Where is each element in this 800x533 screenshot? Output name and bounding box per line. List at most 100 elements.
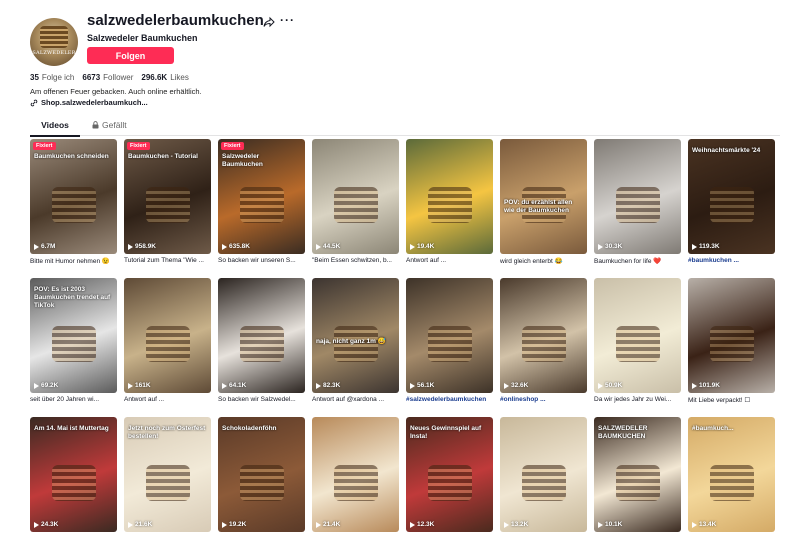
video-thumbnail[interactable]: 101.9K [688,278,775,393]
play-icon [222,521,227,528]
play-icon [128,521,133,528]
video-overlay-text: Neues Gewinnspiel auf Insta! [410,425,482,440]
video-thumbnail[interactable]: Am 14. Mai ist Muttertag 24.3K [30,417,117,532]
video-tile[interactable]: 19.4K Antwort auf ... [406,139,493,272]
video-caption[interactable]: So backen wir unseren S... [218,257,305,264]
video-thumbnail[interactable]: 64.1K [218,278,305,393]
tab-liked[interactable]: Gefällt [92,120,127,130]
view-count: 6.7M [34,243,55,250]
video-caption[interactable]: #onlineshop ... [500,396,587,403]
video-overlay-text: Schokoladenföhn [222,425,277,432]
play-icon [34,382,39,389]
view-count: 21.6K [128,521,152,528]
video-thumbnail[interactable]: Jetzt noch zum Osterfest bestellen! 21.6K [124,417,211,532]
link-icon [30,99,38,106]
video-caption[interactable]: wird gleich enterbt 😂 [500,257,587,265]
video-thumbnail[interactable]: Fixiert Baumkuchen schneiden 6.7M [30,139,117,254]
video-thumbnail[interactable]: 56.1K [406,278,493,393]
video-caption[interactable]: Bitte mit Humor nehmen 😉 [30,257,117,265]
play-icon [316,521,321,528]
video-thumbnail[interactable]: 21.4K [312,417,399,532]
video-thumbnail[interactable]: 19.4K [406,139,493,254]
video-thumbnail[interactable]: #baumkuch... 13.4K [688,417,775,532]
video-tile[interactable]: naja, nicht ganz 1m 😅 82.3K Antwort auf @x… [312,278,399,411]
video-thumbnail[interactable]: POV: Es ist 2003 Baumkuchen trendet auf … [30,278,117,393]
video-tile[interactable]: 101.9K Mit Liebe verpackt! ☐ [688,278,775,411]
baumkuchen-image [616,465,660,501]
video-thumbnail[interactable]: Weihnachtsmärkte '24 119.3K [688,139,775,254]
view-count-text: 24.3K [41,521,59,528]
video-tile[interactable]: Weihnachtsmärkte '24 119.3K #baumkuchen ..… [688,139,775,272]
video-tile[interactable]: 64.1K So backen wir Salzwedel... [218,278,305,411]
baumkuchen-image [522,326,566,362]
video-caption[interactable]: Antwort auf @xardona ... [312,396,399,403]
video-caption[interactable]: #salzwedelerbaumkuchen [406,396,493,403]
play-icon [598,382,603,389]
profile-link[interactable]: Shop.salzwedelerbaumkuch... [30,98,148,107]
video-tile[interactable]: Fixiert Baumkuchen schneiden 6.7M Bitte mit… [30,139,117,272]
share-icon[interactable] [263,16,275,28]
video-thumbnail[interactable]: 32.6K [500,278,587,393]
video-caption[interactable]: Tutorial zum Thema "Wie ... [124,257,211,264]
video-tile[interactable]: Am 14. Mai ist Muttertag 24.3K [30,417,117,533]
view-count-text: 32.6K [511,382,529,389]
video-thumbnail[interactable]: 30.3K [594,139,681,254]
baumkuchen-image [240,187,284,223]
video-tile[interactable]: Schokoladenföhn 19.2K [218,417,305,533]
play-icon [504,382,509,389]
baumkuchen-image [710,326,754,362]
video-thumbnail[interactable]: 50.9K [594,278,681,393]
video-thumbnail[interactable]: Fixiert Baumkuchen - Tutorial 958.9K [124,139,211,254]
video-thumbnail[interactable]: POV: du erzählst allen wie der Baumkuche… [500,139,587,254]
baumkuchen-image [52,465,96,501]
play-icon [692,521,697,528]
tab-liked-label[interactable]: Gefällt [102,120,127,130]
video-caption[interactable]: Antwort auf ... [406,257,493,264]
video-tile[interactable]: 50.9K Da wir jedes Jahr zu Wei... [594,278,681,411]
video-caption[interactable]: seit über 20 Jahren wi... [30,396,117,403]
video-thumbnail[interactable]: Neues Gewinnspiel auf Insta! 12.3K [406,417,493,532]
video-tile[interactable]: 21.4K [312,417,399,533]
video-thumbnail[interactable]: 161K [124,278,211,393]
video-caption[interactable]: Mit Liebe verpackt! ☐ [688,396,775,404]
video-tile[interactable]: 13.2K [500,417,587,533]
video-tile[interactable]: POV: Es ist 2003 Baumkuchen trendet auf … [30,278,117,411]
video-tile[interactable]: POV: du erzählst allen wie der Baumkuche… [500,139,587,272]
profile-link-text[interactable]: Shop.salzwedelerbaumkuch... [41,98,148,107]
video-tile[interactable]: 56.1K #salzwedelerbaumkuchen [406,278,493,411]
video-caption[interactable]: Antwort auf ... [124,396,211,403]
view-count-text: 13.4K [699,521,717,528]
video-tile[interactable]: Jetzt noch zum Osterfest bestellen! 21.6K [124,417,211,533]
video-tile[interactable]: Neues Gewinnspiel auf Insta! 12.3K [406,417,493,533]
video-caption[interactable]: Baumkuchen for life ❤️ [594,257,681,265]
more-options-icon[interactable]: ··· [280,13,295,27]
video-caption[interactable]: Da wir jedes Jahr zu Wei... [594,396,681,403]
profile-avatar[interactable]: SALZWEDELER [30,18,78,66]
video-caption[interactable]: #baumkuchen ... [688,257,775,264]
video-caption[interactable]: So backen wir Salzwedel... [218,396,305,403]
followers-stat[interactable]: 6673 Follower [82,73,133,82]
baumkuchen-image [522,465,566,501]
view-count: 13.4K [692,521,716,528]
follow-button[interactable]: Folgen [87,47,174,64]
video-thumbnail[interactable]: Fixiert Salzwedeler Baumkuchen 635.8K [218,139,305,254]
video-thumbnail[interactable]: Schokoladenföhn 19.2K [218,417,305,532]
baumkuchen-image [146,465,190,501]
video-caption[interactable]: "Beim Essen schwitzen, b... [312,257,399,264]
following-stat[interactable]: 35 Folge ich [30,73,74,82]
video-tile[interactable]: 161K Antwort auf ... [124,278,211,411]
video-thumbnail[interactable]: 44.5K [312,139,399,254]
tab-videos[interactable]: Videos [30,120,80,130]
video-tile[interactable]: 44.5K "Beim Essen schwitzen, b... [312,139,399,272]
video-thumbnail[interactable]: SALZWEDELER BAUMKUCHEN 10.1K [594,417,681,532]
profile-display-name: Salzwedeler Baumkuchen [87,33,198,43]
video-thumbnail[interactable]: naja, nicht ganz 1m 😅 82.3K [312,278,399,393]
video-tile[interactable]: Fixiert Salzwedeler Baumkuchen 635.8K So ba… [218,139,305,272]
video-tile[interactable]: Fixiert Baumkuchen - Tutorial 958.9K Tutori… [124,139,211,272]
video-tile[interactable]: SALZWEDELER BAUMKUCHEN 10.1K [594,417,681,533]
video-tile[interactable]: 32.6K #onlineshop ... [500,278,587,411]
baumkuchen-image [146,326,190,362]
video-thumbnail[interactable]: 13.2K [500,417,587,532]
video-tile[interactable]: 30.3K Baumkuchen for life ❤️ [594,139,681,272]
video-tile[interactable]: #baumkuch... 13.4K [688,417,775,533]
